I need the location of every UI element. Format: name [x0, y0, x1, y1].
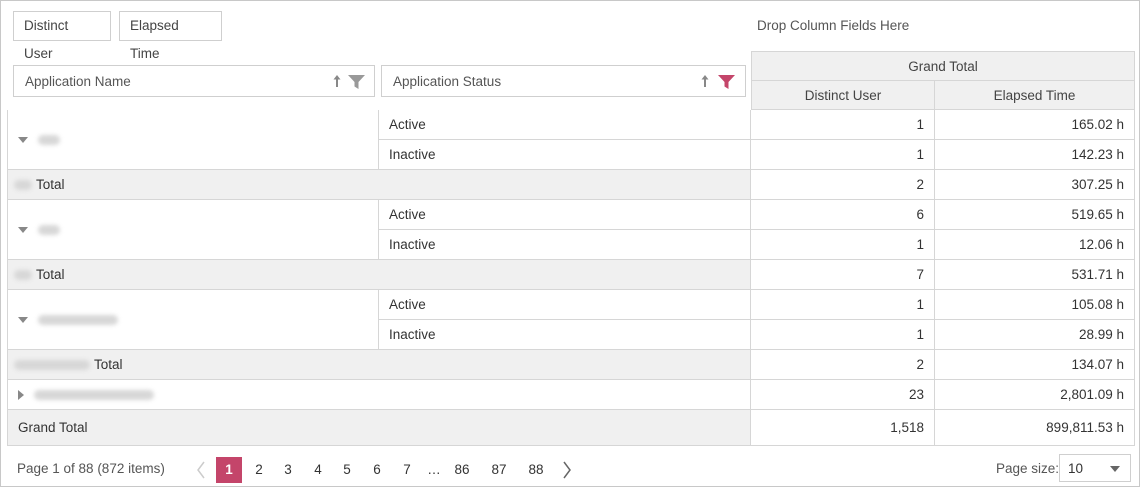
sort-ascending-icon[interactable]	[700, 73, 710, 89]
total-label: Total	[94, 357, 123, 372]
chevron-down-icon	[1110, 466, 1120, 472]
grand-total-elapsed-time: 899,811.53 h	[935, 410, 1135, 446]
total-cell-elapsed-time: 531.71 h	[935, 260, 1135, 290]
grand-total-label: Grand Total	[7, 410, 751, 446]
total-cell-distinct-user: 2	[751, 350, 935, 380]
row-header-app-name[interactable]	[7, 110, 379, 170]
data-cell-distinct-user: 1	[751, 320, 935, 350]
data-cell-distinct-user: 1	[751, 230, 935, 260]
row-header-status[interactable]: Active	[379, 290, 751, 320]
redacted-app-name	[38, 224, 60, 235]
redacted-app-name	[38, 134, 60, 145]
data-cell-distinct-user: 1	[751, 290, 935, 320]
prev-page-icon[interactable]	[193, 457, 209, 483]
total-cell-elapsed-time: 134.07 h	[935, 350, 1135, 380]
data-cell-elapsed-time: 2,801.09 h	[935, 380, 1135, 410]
page-size-value: 10	[1068, 461, 1084, 476]
grand-total-column-header: Grand Total	[751, 51, 1135, 81]
page-number-button[interactable]: 1	[216, 457, 242, 483]
collapse-arrow-icon[interactable]	[18, 316, 28, 323]
redacted-app-name	[14, 269, 32, 280]
collapse-arrow-icon[interactable]	[18, 136, 28, 143]
data-cell-elapsed-time: 12.06 h	[935, 230, 1135, 260]
page-number-button[interactable]: 2	[247, 457, 271, 483]
data-cell-elapsed-time: 105.08 h	[935, 290, 1135, 320]
page-size-select[interactable]: 10	[1059, 454, 1131, 482]
measure-header-elapsed-time[interactable]: Elapsed Time	[935, 81, 1135, 110]
page-number-button[interactable]: 88	[524, 457, 548, 483]
pager-info: Page 1 of 88 (872 items)	[17, 461, 165, 476]
row-header-status[interactable]: Active	[379, 110, 751, 140]
data-field-distinct-user[interactable]: Distinct User	[13, 11, 111, 61]
row-field-application-status[interactable]: Application Status	[381, 65, 746, 97]
data-field-elapsed-time[interactable]: Elapsed Time	[119, 11, 222, 61]
redacted-app-name	[34, 389, 154, 400]
data-cell-distinct-user: 1	[751, 140, 935, 170]
data-cell-elapsed-time: 28.99 h	[935, 320, 1135, 350]
data-cell-distinct-user: 23	[751, 380, 935, 410]
row-total-header: Total	[7, 170, 751, 200]
column-drop-area[interactable]: Drop Column Fields Here	[757, 18, 909, 33]
data-cell-elapsed-time: 142.23 h	[935, 140, 1135, 170]
pager-ellipsis: …	[427, 462, 441, 477]
row-total-header: Total	[7, 260, 751, 290]
data-cell-elapsed-time: 519.65 h	[935, 200, 1135, 230]
row-field-label: Application Name	[25, 74, 131, 89]
data-cell-elapsed-time: 165.02 h	[935, 110, 1135, 140]
measure-header-distinct-user[interactable]: Distinct User	[751, 81, 935, 110]
next-page-icon[interactable]	[559, 457, 575, 483]
row-header-status[interactable]: Inactive	[379, 230, 751, 260]
page-number-button[interactable]: 7	[395, 457, 419, 483]
page-number-button[interactable]: 3	[276, 457, 300, 483]
total-cell-distinct-user: 7	[751, 260, 935, 290]
total-cell-distinct-user: 2	[751, 170, 935, 200]
sort-ascending-icon[interactable]	[332, 73, 342, 89]
row-header-app-name[interactable]	[7, 200, 379, 260]
redacted-app-name	[38, 314, 118, 325]
grand-total-distinct-user: 1,518	[751, 410, 935, 446]
row-header-app-name-collapsed[interactable]	[7, 380, 751, 410]
pivot-grid: Distinct User Elapsed Time Drop Column F…	[0, 0, 1140, 487]
collapse-arrow-icon[interactable]	[18, 226, 28, 233]
page-number-button[interactable]: 87	[487, 457, 511, 483]
filter-icon[interactable]	[348, 75, 365, 89]
expand-arrow-icon[interactable]	[18, 389, 24, 400]
row-header-app-name[interactable]	[7, 290, 379, 350]
redacted-app-name	[14, 359, 90, 370]
row-total-header: Total	[7, 350, 751, 380]
page-size-label: Page size:	[996, 461, 1060, 476]
row-field-label: Application Status	[393, 74, 502, 89]
data-cell-distinct-user: 6	[751, 200, 935, 230]
row-header-status[interactable]: Active	[379, 200, 751, 230]
page-number-button[interactable]: 5	[335, 457, 359, 483]
total-cell-elapsed-time: 307.25 h	[935, 170, 1135, 200]
row-header-status[interactable]: Inactive	[379, 320, 751, 350]
page-number-button[interactable]: 86	[450, 457, 474, 483]
total-label: Total	[36, 267, 65, 282]
row-header-status[interactable]: Inactive	[379, 140, 751, 170]
page-number-button[interactable]: 6	[365, 457, 389, 483]
page-number-button[interactable]: 4	[306, 457, 330, 483]
redacted-app-name	[14, 179, 32, 190]
filter-active-icon[interactable]	[718, 75, 735, 89]
total-label: Total	[36, 177, 65, 192]
data-cell-distinct-user: 1	[751, 110, 935, 140]
row-field-application-name[interactable]: Application Name	[13, 65, 375, 97]
